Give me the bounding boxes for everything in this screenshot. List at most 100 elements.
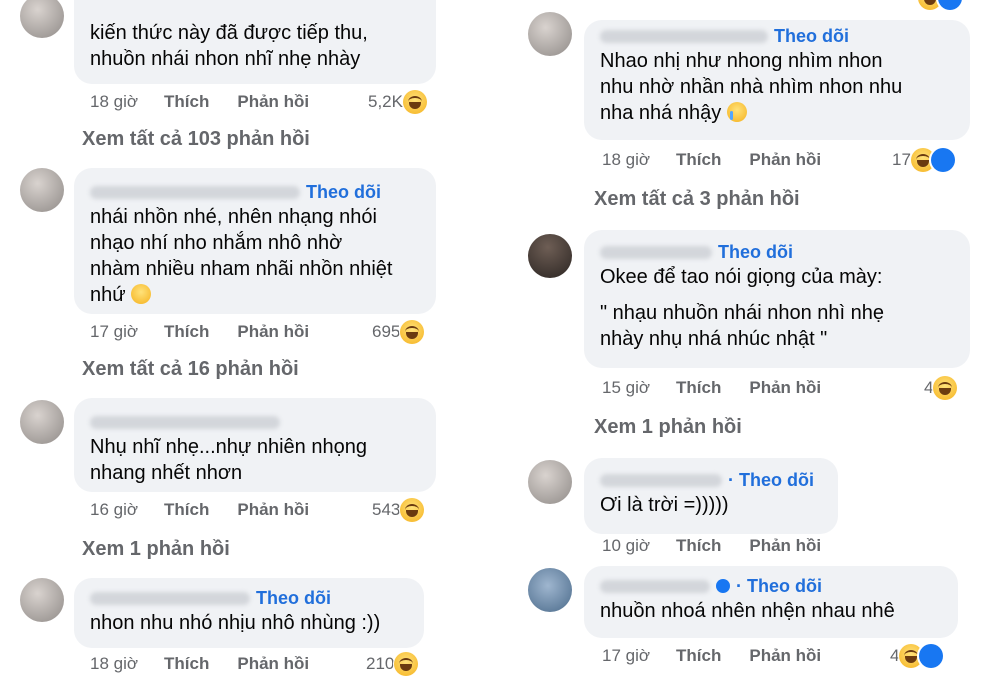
like-button[interactable]: Thích <box>676 150 721 170</box>
haha-emoji-icon <box>933 376 958 400</box>
reaction-count: 4 <box>924 378 934 397</box>
author-name[interactable] <box>600 29 768 43</box>
comment-text: Ơi là trời =))))) <box>600 494 729 516</box>
avatar[interactable] <box>20 400 64 444</box>
avatar[interactable] <box>20 0 64 38</box>
reply-button[interactable]: Phản hồi <box>237 322 309 342</box>
comment-text: nhuồn nhoá nhên nhện nhau nhê <box>600 600 895 622</box>
comment-bubble: · Theo dõi Ơi là trời =))))) <box>584 458 838 534</box>
view-replies-link[interactable]: Xem tất cả 3 phản hồi <box>594 188 800 211</box>
reaction-summary[interactable]: 695 <box>372 320 425 344</box>
comment-time[interactable]: 17 giờ <box>90 322 138 342</box>
comment-actions: 10 giờ Thích Phản hồi <box>602 536 849 556</box>
reaction-count: 210 <box>366 654 395 673</box>
smile-emoji-icon <box>131 284 152 304</box>
like-button[interactable]: Thích <box>676 646 721 666</box>
reaction-summary[interactable]: 17 <box>892 148 955 172</box>
comment-actions: 18 giờ Thích Phản hồi <box>90 92 337 112</box>
comment-actions: 16 giờ Thích Phản hồi <box>90 500 337 520</box>
avatar[interactable] <box>528 568 572 612</box>
comment-actions: 17 giờ Thích Phản hồi <box>602 646 849 666</box>
reaction-summary[interactable]: 210 <box>366 652 419 676</box>
follow-button[interactable]: · Theo dõi <box>728 470 814 491</box>
haha-emoji-icon <box>400 320 425 344</box>
avatar[interactable] <box>528 460 572 504</box>
reply-button[interactable]: Phản hồi <box>237 654 309 674</box>
author-name[interactable] <box>600 579 710 593</box>
verified-badge-icon <box>716 579 730 593</box>
view-replies-link[interactable]: Xem 1 phản hồi <box>594 416 742 439</box>
reaction-count: 543 <box>372 500 401 519</box>
haha-emoji-icon <box>400 498 425 522</box>
like-thumb-icon <box>930 148 955 172</box>
comment-bubble: Theo dõi nhon nhu nhó nhịu nhô nhùng :)) <box>74 578 424 648</box>
avatar[interactable] <box>20 168 64 212</box>
follow-button[interactable]: Theo dõi <box>718 242 793 263</box>
author-name[interactable] <box>600 473 722 487</box>
author-name[interactable] <box>600 245 712 259</box>
comment-actions: 15 giờ Thích Phản hồi <box>602 378 849 398</box>
follow-button[interactable]: · Theo dõi <box>736 576 822 597</box>
reaction-summary[interactable]: 543 <box>372 498 425 522</box>
comment-text: Okee để tao nói giọng của mày: <box>600 266 883 288</box>
like-thumb-icon <box>938 0 962 10</box>
haha-emoji-icon <box>394 652 419 676</box>
comment-text-content: Nhao nhị như nhong nhìm nhon nhu nhờ nhầ… <box>600 50 903 124</box>
like-button[interactable]: Thích <box>164 654 209 674</box>
avatar[interactable] <box>528 234 572 278</box>
reply-button[interactable]: Phản hồi <box>749 536 821 556</box>
comment-bubble: kiến thức này đã được tiếp thu, nhuồn nh… <box>74 0 436 84</box>
like-thumb-icon <box>919 644 944 668</box>
haha-emoji-icon <box>402 90 427 114</box>
reaction-count: 695 <box>372 322 401 341</box>
comment-bubble: Theo dõi nhái nhồn nhé, nhên nhạng nhói … <box>74 168 436 314</box>
comment-actions: 18 giờ Thích Phản hồi <box>90 654 337 674</box>
comment-bubble: Nhụ nhĩ nhẹ...nhự nhiên nhọng nhang nhết… <box>74 398 436 492</box>
author-name[interactable] <box>90 185 300 199</box>
follow-button[interactable]: Theo dõi <box>306 182 381 203</box>
reaction-summary[interactable]: 5,2K <box>368 90 427 114</box>
comment-text: Nhụ nhĩ nhẹ...nhự nhiên nhọng nhang nhết… <box>90 436 367 484</box>
like-button[interactable]: Thích <box>676 536 721 556</box>
like-button[interactable]: Thích <box>164 92 209 112</box>
reply-button[interactable]: Phản hồi <box>237 500 309 520</box>
like-button[interactable]: Thích <box>676 378 721 398</box>
comment-time[interactable]: 10 giờ <box>602 536 650 556</box>
avatar[interactable] <box>20 578 64 622</box>
comment-quote: " nhạu nhuồn nhái nhon nhì nhẹ nhày nhụ … <box>600 302 885 350</box>
reply-button[interactable]: Phản hồi <box>749 378 821 398</box>
author-name[interactable] <box>90 415 280 429</box>
crying-emoji-icon <box>726 102 747 122</box>
comment-text: nhon nhu nhó nhịu nhô nhùng :)) <box>90 612 381 634</box>
comment-time[interactable]: 16 giờ <box>90 500 138 520</box>
comment-time[interactable]: 18 giờ <box>90 654 138 674</box>
reply-button[interactable]: Phản hồi <box>749 150 821 170</box>
follow-button[interactable]: Theo dõi <box>774 26 849 47</box>
comment-time[interactable]: 17 giờ <box>602 646 650 666</box>
view-replies-link[interactable]: Xem tất cả 16 phản hồi <box>82 358 299 381</box>
comment-time[interactable]: 18 giờ <box>90 92 138 112</box>
comment-text: Nhao nhị như nhong nhìm nhon nhu nhờ nhầ… <box>600 48 956 126</box>
comment-text: nhái nhồn nhé, nhên nhạng nhói nhạo nhí … <box>90 204 422 308</box>
like-button[interactable]: Thích <box>164 322 209 342</box>
author-name[interactable] <box>90 591 250 605</box>
reaction-count: 17 <box>892 150 911 169</box>
comment-time[interactable]: 18 giờ <box>602 150 650 170</box>
reaction-summary[interactable]: 4 <box>890 644 944 668</box>
comment-time[interactable]: 15 giờ <box>602 378 650 398</box>
reaction-summary[interactable]: 4 <box>924 376 958 400</box>
comment-actions: 18 giờ Thích Phản hồi <box>602 150 849 170</box>
reply-button[interactable]: Phản hồi <box>749 646 821 666</box>
comment-bubble: · Theo dõi nhuồn nhoá nhên nhện nhau nhê <box>584 566 958 638</box>
reaction-summary[interactable] <box>918 0 962 10</box>
avatar[interactable] <box>528 12 572 56</box>
comment-text: kiến thức này đã được tiếp thu, nhuồn nh… <box>90 22 368 70</box>
reaction-count: 4 <box>890 646 900 665</box>
follow-button[interactable]: Theo dõi <box>256 588 331 609</box>
comment-actions: 17 giờ Thích Phản hồi <box>90 322 337 342</box>
comment-bubble: Theo dõi Nhao nhị như nhong nhìm nhon nh… <box>584 20 970 140</box>
like-button[interactable]: Thích <box>164 500 209 520</box>
view-replies-link[interactable]: Xem tất cả 103 phản hồi <box>82 128 310 151</box>
view-replies-link[interactable]: Xem 1 phản hồi <box>82 538 230 561</box>
reply-button[interactable]: Phản hồi <box>237 92 309 112</box>
